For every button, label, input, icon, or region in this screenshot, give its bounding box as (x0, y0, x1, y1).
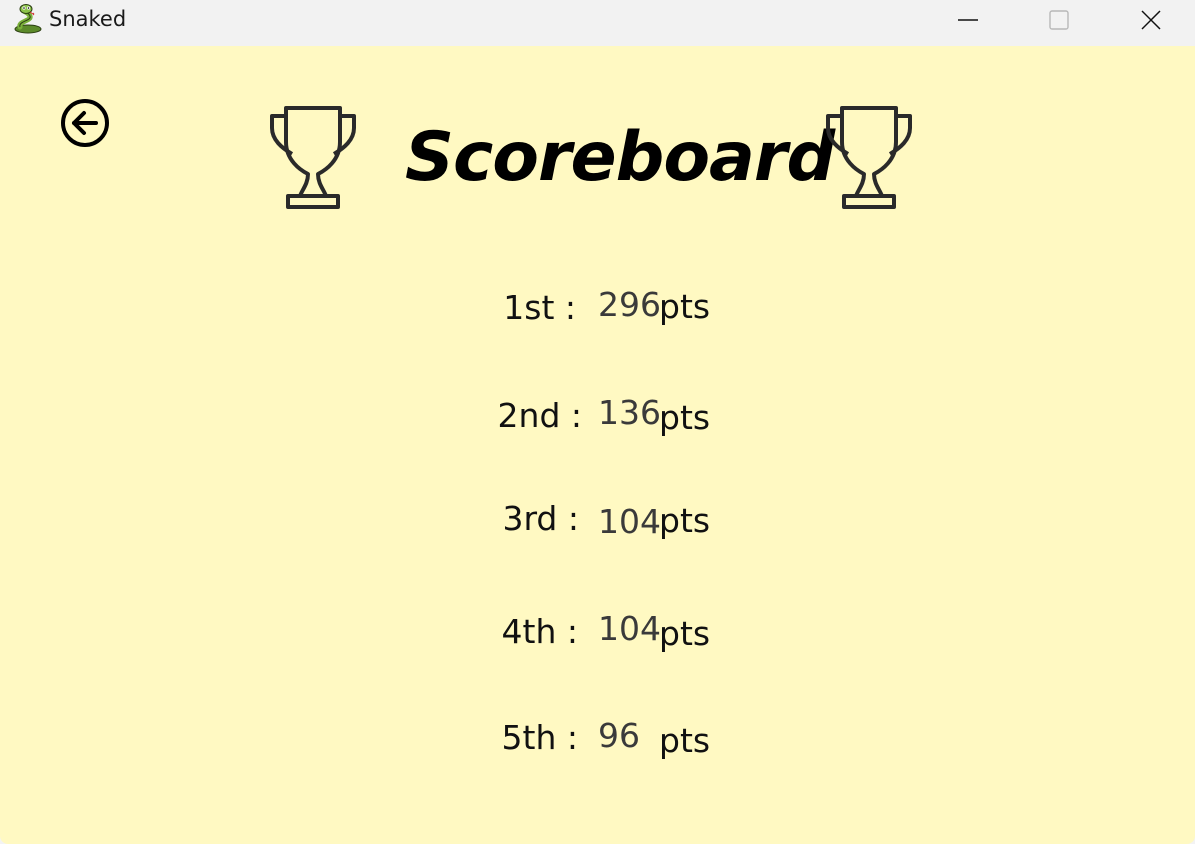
rank-label: 1st : (503, 288, 576, 327)
score-value: 136 (598, 393, 661, 432)
trophy-icon (826, 106, 912, 209)
score-value: 104 (598, 502, 661, 541)
score-value: 96 (598, 716, 640, 755)
close-button[interactable] (1105, 0, 1195, 40)
arrow-left-circle-icon[interactable] (60, 98, 110, 148)
maximize-button[interactable] (1013, 0, 1105, 40)
rank-label: 5th : (501, 718, 578, 757)
close-icon (1141, 10, 1161, 30)
score-value: 104 (598, 609, 661, 648)
rank-label: 4th : (501, 612, 578, 651)
score-unit: pts (659, 721, 711, 760)
minimize-icon (958, 19, 978, 21)
trophy-icon (270, 106, 356, 209)
minimize-button[interactable] (922, 0, 1014, 40)
app-window: Snaked Scoreboard 1st: 296 pts 2nd: 13… (0, 0, 1195, 844)
page-title: Scoreboard (405, 118, 835, 197)
rank-label: 3rd : (502, 499, 579, 538)
score-value: 296 (598, 285, 661, 324)
rank-label: 2nd : (497, 396, 582, 435)
score-unit: pts (659, 614, 711, 653)
window-title: Snaked (49, 7, 127, 31)
score-unit: pts (659, 287, 711, 326)
maximize-icon (1049, 10, 1069, 30)
title-bar: Snaked (0, 0, 1195, 46)
snake-icon (14, 4, 42, 34)
score-unit: pts (659, 398, 711, 437)
score-unit: pts (659, 501, 711, 540)
